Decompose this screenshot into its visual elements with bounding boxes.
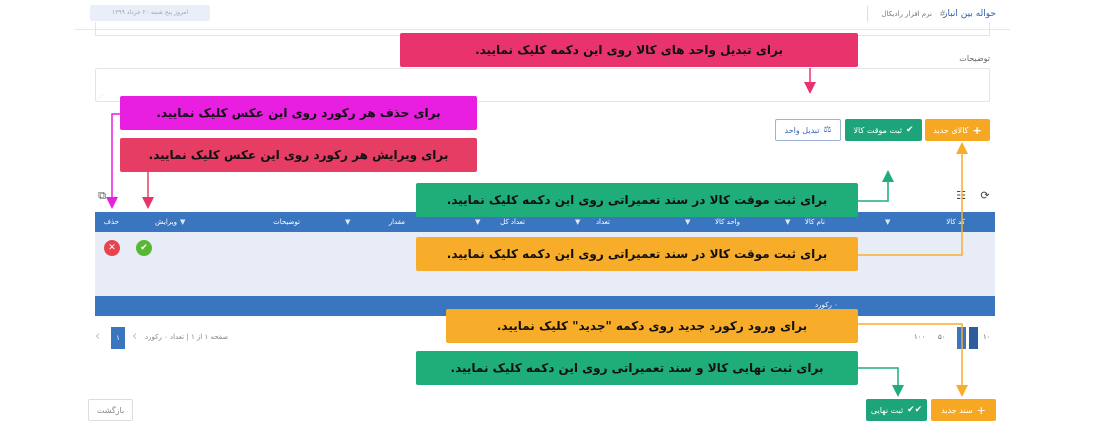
final-save-button[interactable]: ✔✔ ثبت نهایی: [866, 399, 927, 421]
new-document-button[interactable]: + سند جدید: [931, 399, 996, 421]
callout-edit: برای ویرایش هر رکورد روی این عکس کلیک نم…: [120, 138, 477, 172]
column-header-delete: حذف: [103, 218, 119, 226]
callout-final-save: برای ثبت نهایی کالا و سند تعمیراتی روی ا…: [416, 351, 858, 385]
page-size-option[interactable]: ۵۰: [938, 333, 946, 341]
unit-convert-icon: ⚖: [823, 125, 832, 135]
new-document-label: سند جدید: [941, 405, 973, 415]
page-size-option[interactable]: ۱۰: [983, 333, 991, 341]
new-item-button[interactable]: + کالای جدید: [925, 119, 990, 141]
pager-info: صفحه ۱ از ۱ | تعداد ۰ رکورد: [145, 333, 229, 341]
new-item-label: کالای جدید: [933, 125, 969, 135]
breadcrumb-subtitle[interactable]: نرم افزار رادیکال: [881, 10, 932, 18]
page-button[interactable]: [957, 327, 966, 349]
back-button[interactable]: بازگشت: [88, 399, 133, 421]
plus-icon: +: [976, 403, 986, 417]
column-header-edit: ویرایش: [154, 218, 177, 226]
filter-icon[interactable]: ▼: [345, 212, 350, 232]
breadcrumb-divider: [867, 6, 868, 22]
unit-convert-label: تبدیل واحد: [784, 125, 820, 135]
refresh-icon[interactable]: ⟳: [978, 189, 992, 203]
unit-convert-button[interactable]: ⚖ تبدیل واحد: [775, 119, 841, 141]
filter-icon[interactable]: ▼: [180, 212, 185, 232]
page: حواله بین انبار # نرم افزار رادیکال امرو…: [0, 0, 1100, 433]
temp-save-button[interactable]: ✔ ثبت موقت کالا: [845, 119, 922, 141]
column-header-amount[interactable]: مقدار: [389, 212, 405, 232]
page-button[interactable]: [969, 327, 978, 349]
date-badge: امروز پنج شنبه ۲۰ خرداد ۱۳۹۹: [90, 5, 210, 21]
filter-icon[interactable]: ▼: [885, 212, 890, 232]
double-check-icon: ✔✔: [907, 405, 923, 415]
final-save-label: ثبت نهایی: [870, 405, 904, 415]
edit-icon[interactable]: ✔: [136, 240, 152, 256]
back-label: بازگشت: [96, 405, 125, 415]
chevron-left-icon[interactable]: ‹: [95, 329, 100, 344]
resize-grip-icon[interactable]: ⋰: [97, 94, 103, 101]
description-label: توضیحات: [959, 54, 990, 63]
temp-save-label: ثبت موقت کالا: [853, 125, 902, 135]
callout-unit-convert: برای تبدیل واحد های کالا روی این دکمه کل…: [400, 33, 858, 67]
record-count: ۰ رکورد: [815, 301, 838, 309]
callout-new-record: برای ورود رکورد جدید روی دکمه "جدید" کلی…: [446, 309, 858, 343]
page-title[interactable]: حواله بین انبار: [943, 9, 996, 19]
page-button-current[interactable]: ۱: [111, 327, 125, 349]
plus-icon: +: [972, 123, 982, 137]
page-size-option[interactable]: ۱۰۰: [914, 333, 925, 341]
column-header-code[interactable]: کد کالا: [946, 212, 965, 232]
chevron-left-icon[interactable]: ‹: [132, 329, 137, 344]
columns-icon[interactable]: ☷: [954, 189, 968, 203]
callout-delete: برای حذف هر رکورد روی این عکس کلیک نمایی…: [120, 96, 477, 130]
check-icon: ✔: [905, 125, 914, 135]
column-header-description[interactable]: توضیحات: [273, 212, 300, 232]
export-icon[interactable]: ⧉: [95, 189, 109, 203]
callout-temp-save: برای ثبت موقت کالا در سند تعمیراتی روی ا…: [416, 183, 858, 217]
breadcrumb-separator: #: [939, 9, 946, 18]
delete-icon[interactable]: ✕: [104, 240, 120, 256]
callout-temp-save-2: برای ثبت موقت کالا در سند تعمیراتی روی ا…: [416, 237, 858, 271]
